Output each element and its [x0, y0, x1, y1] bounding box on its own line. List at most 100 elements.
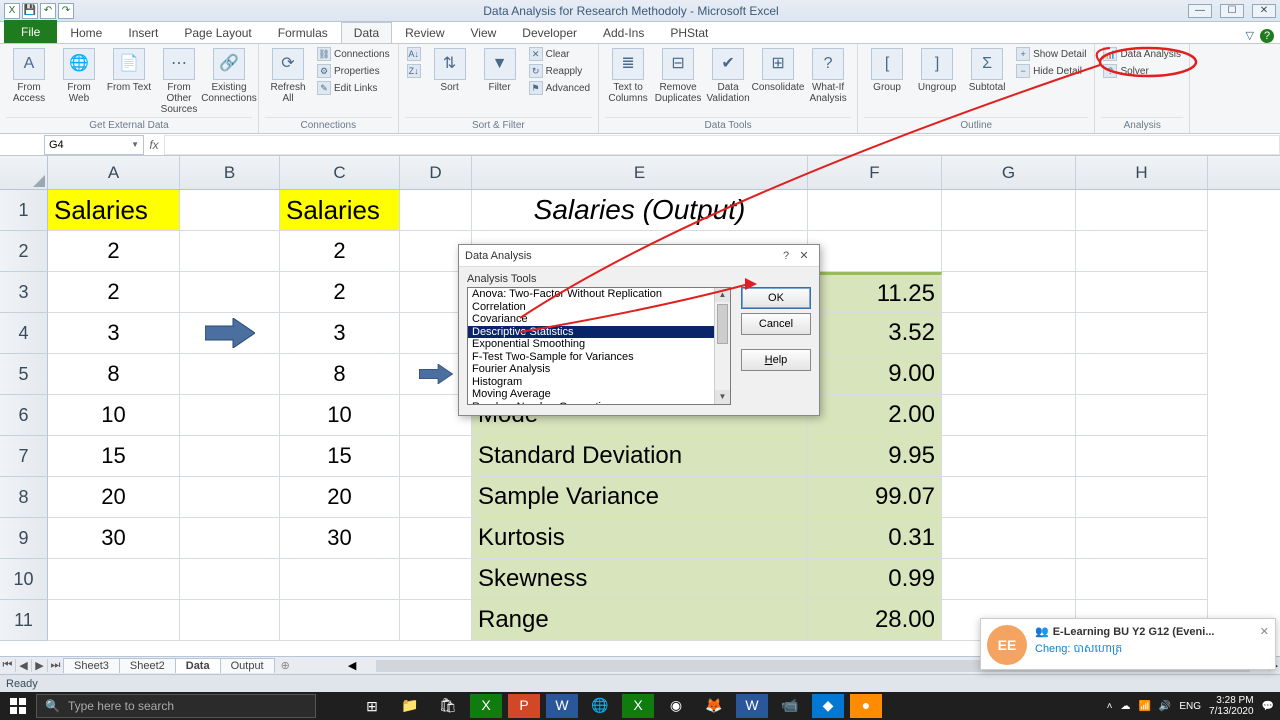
from-access-button[interactable]: AFrom Access	[6, 46, 52, 104]
cell[interactable]	[942, 354, 1076, 395]
save-icon[interactable]: 💾	[22, 3, 38, 19]
cell[interactable]	[808, 190, 942, 231]
cell[interactable]	[942, 272, 1076, 313]
consolidate-button[interactable]: ⊞Consolidate	[755, 46, 801, 93]
cell[interactable]	[1076, 518, 1208, 559]
cell[interactable]: Kurtosis	[472, 518, 808, 559]
cell[interactable]	[48, 600, 180, 641]
clear-button[interactable]: ✕Clear	[527, 46, 592, 62]
cell[interactable]: 8	[48, 354, 180, 395]
cell[interactable]: 9.00	[808, 354, 942, 395]
show-detail-button[interactable]: +Show Detail	[1014, 46, 1088, 62]
cell[interactable]	[180, 231, 280, 272]
sheet-nav-last[interactable]: ⏭	[48, 659, 64, 672]
from-web-button[interactable]: 🌐From Web	[56, 46, 102, 104]
row-header[interactable]: 6	[0, 395, 48, 436]
cell[interactable]: 10	[48, 395, 180, 436]
taskbar-search[interactable]: 🔍 Type here to search	[36, 694, 316, 718]
minimize-button[interactable]: —	[1188, 4, 1212, 18]
properties-button[interactable]: ⚙Properties	[315, 63, 392, 79]
row-header[interactable]: 9	[0, 518, 48, 559]
cell[interactable]: 30	[280, 518, 400, 559]
tab-view[interactable]: View	[458, 22, 510, 43]
tab-page-layout[interactable]: Page Layout	[171, 22, 264, 43]
tab-file[interactable]: File	[4, 20, 57, 43]
help-button[interactable]: Help	[741, 349, 811, 371]
app2-icon[interactable]: ●	[850, 694, 882, 718]
column-header[interactable]: H	[1076, 156, 1208, 189]
tray-chevron-icon[interactable]: ˄	[1107, 701, 1113, 712]
cell[interactable]: 8	[280, 354, 400, 395]
cell[interactable]	[180, 395, 280, 436]
analysis-tool-item[interactable]: Anova: Two-Factor Without Replication	[468, 288, 730, 301]
cell[interactable]: Salaries	[280, 190, 400, 231]
edge-icon[interactable]: 🌐	[584, 694, 616, 718]
sort-button[interactable]: ⇅Sort	[427, 46, 473, 93]
cell[interactable]: 10	[280, 395, 400, 436]
cell[interactable]: Skewness	[472, 559, 808, 600]
sheet-nav-next[interactable]: ▶	[32, 659, 48, 672]
sheet-tab[interactable]: Sheet2	[119, 658, 176, 673]
from-text-button[interactable]: 📄From Text	[106, 46, 152, 93]
cancel-button[interactable]: Cancel	[741, 313, 811, 335]
excel-taskbar-icon[interactable]: X	[470, 694, 502, 718]
cell[interactable]: 2.00	[808, 395, 942, 436]
dialog-close-icon[interactable]: ✕	[795, 249, 813, 262]
remove-duplicates-button[interactable]: ⊟Remove Duplicates	[655, 46, 701, 104]
cell[interactable]	[180, 190, 280, 231]
from-other-button[interactable]: ⋯From Other Sources	[156, 46, 202, 115]
analysis-tool-item[interactable]: Exponential Smoothing	[468, 338, 730, 351]
edit-links-button[interactable]: ✎Edit Links	[315, 80, 392, 96]
data-validation-button[interactable]: ✔Data Validation	[705, 46, 751, 104]
system-clock[interactable]: 3:28 PM 7/13/2020	[1209, 695, 1254, 717]
network-icon[interactable]: 📶	[1138, 701, 1150, 712]
analysis-tool-item[interactable]: Fourier Analysis	[468, 363, 730, 376]
new-sheet-button[interactable]: ⊕	[275, 659, 296, 672]
row-header[interactable]: 8	[0, 477, 48, 518]
sheet-tab[interactable]: Sheet3	[63, 658, 120, 673]
analysis-tool-item[interactable]: Covariance	[468, 313, 730, 326]
volume-icon[interactable]: 🔊	[1159, 701, 1171, 712]
cell[interactable]: 15	[48, 436, 180, 477]
column-header[interactable]: E	[472, 156, 808, 189]
cell[interactable]: 28.00	[808, 600, 942, 641]
start-button[interactable]	[0, 692, 36, 720]
sort-asc-button[interactable]: A↓	[405, 46, 423, 62]
word2-icon[interactable]: W	[736, 694, 768, 718]
cell[interactable]	[400, 190, 472, 231]
cell[interactable]	[942, 436, 1076, 477]
cell[interactable]	[180, 313, 280, 354]
cell[interactable]: 9.95	[808, 436, 942, 477]
sort-desc-button[interactable]: Z↓	[405, 63, 423, 79]
analysis-tools-listbox[interactable]: Anova: Two-Factor Without ReplicationCor…	[467, 287, 731, 405]
cell[interactable]: 99.07	[808, 477, 942, 518]
data-analysis-button[interactable]: 📊Data Analysis	[1101, 46, 1183, 62]
close-button[interactable]: ✕	[1252, 4, 1276, 18]
cell[interactable]	[400, 559, 472, 600]
store-icon[interactable]: 🛍	[432, 694, 464, 718]
cell[interactable]	[280, 600, 400, 641]
cell[interactable]: Range	[472, 600, 808, 641]
hide-detail-button[interactable]: −Hide Detail	[1014, 63, 1088, 79]
what-if-button[interactable]: ?What-If Analysis	[805, 46, 851, 104]
row-header[interactable]: 7	[0, 436, 48, 477]
cell[interactable]: 2	[48, 272, 180, 313]
cell[interactable]: 20	[48, 477, 180, 518]
select-all-corner[interactable]	[0, 156, 48, 189]
cell[interactable]: 2	[48, 231, 180, 272]
zoom-icon[interactable]: 📹	[774, 694, 806, 718]
listbox-scrollbar[interactable]: ▲ ▼	[714, 288, 730, 404]
row-header[interactable]: 10	[0, 559, 48, 600]
cell[interactable]	[1076, 272, 1208, 313]
row-header[interactable]: 5	[0, 354, 48, 395]
cell[interactable]: 0.99	[808, 559, 942, 600]
undo-icon[interactable]: ↶	[40, 3, 56, 19]
analysis-tool-item[interactable]: Descriptive Statistics	[468, 326, 730, 339]
analysis-tool-item[interactable]: F-Test Two-Sample for Variances	[468, 351, 730, 364]
cell[interactable]: 2	[280, 231, 400, 272]
sheet-nav-first[interactable]: ⏮	[0, 659, 16, 672]
cell[interactable]	[942, 518, 1076, 559]
chrome-icon[interactable]: ◉	[660, 694, 692, 718]
redo-icon[interactable]: ↷	[58, 3, 74, 19]
row-header[interactable]: 4	[0, 313, 48, 354]
